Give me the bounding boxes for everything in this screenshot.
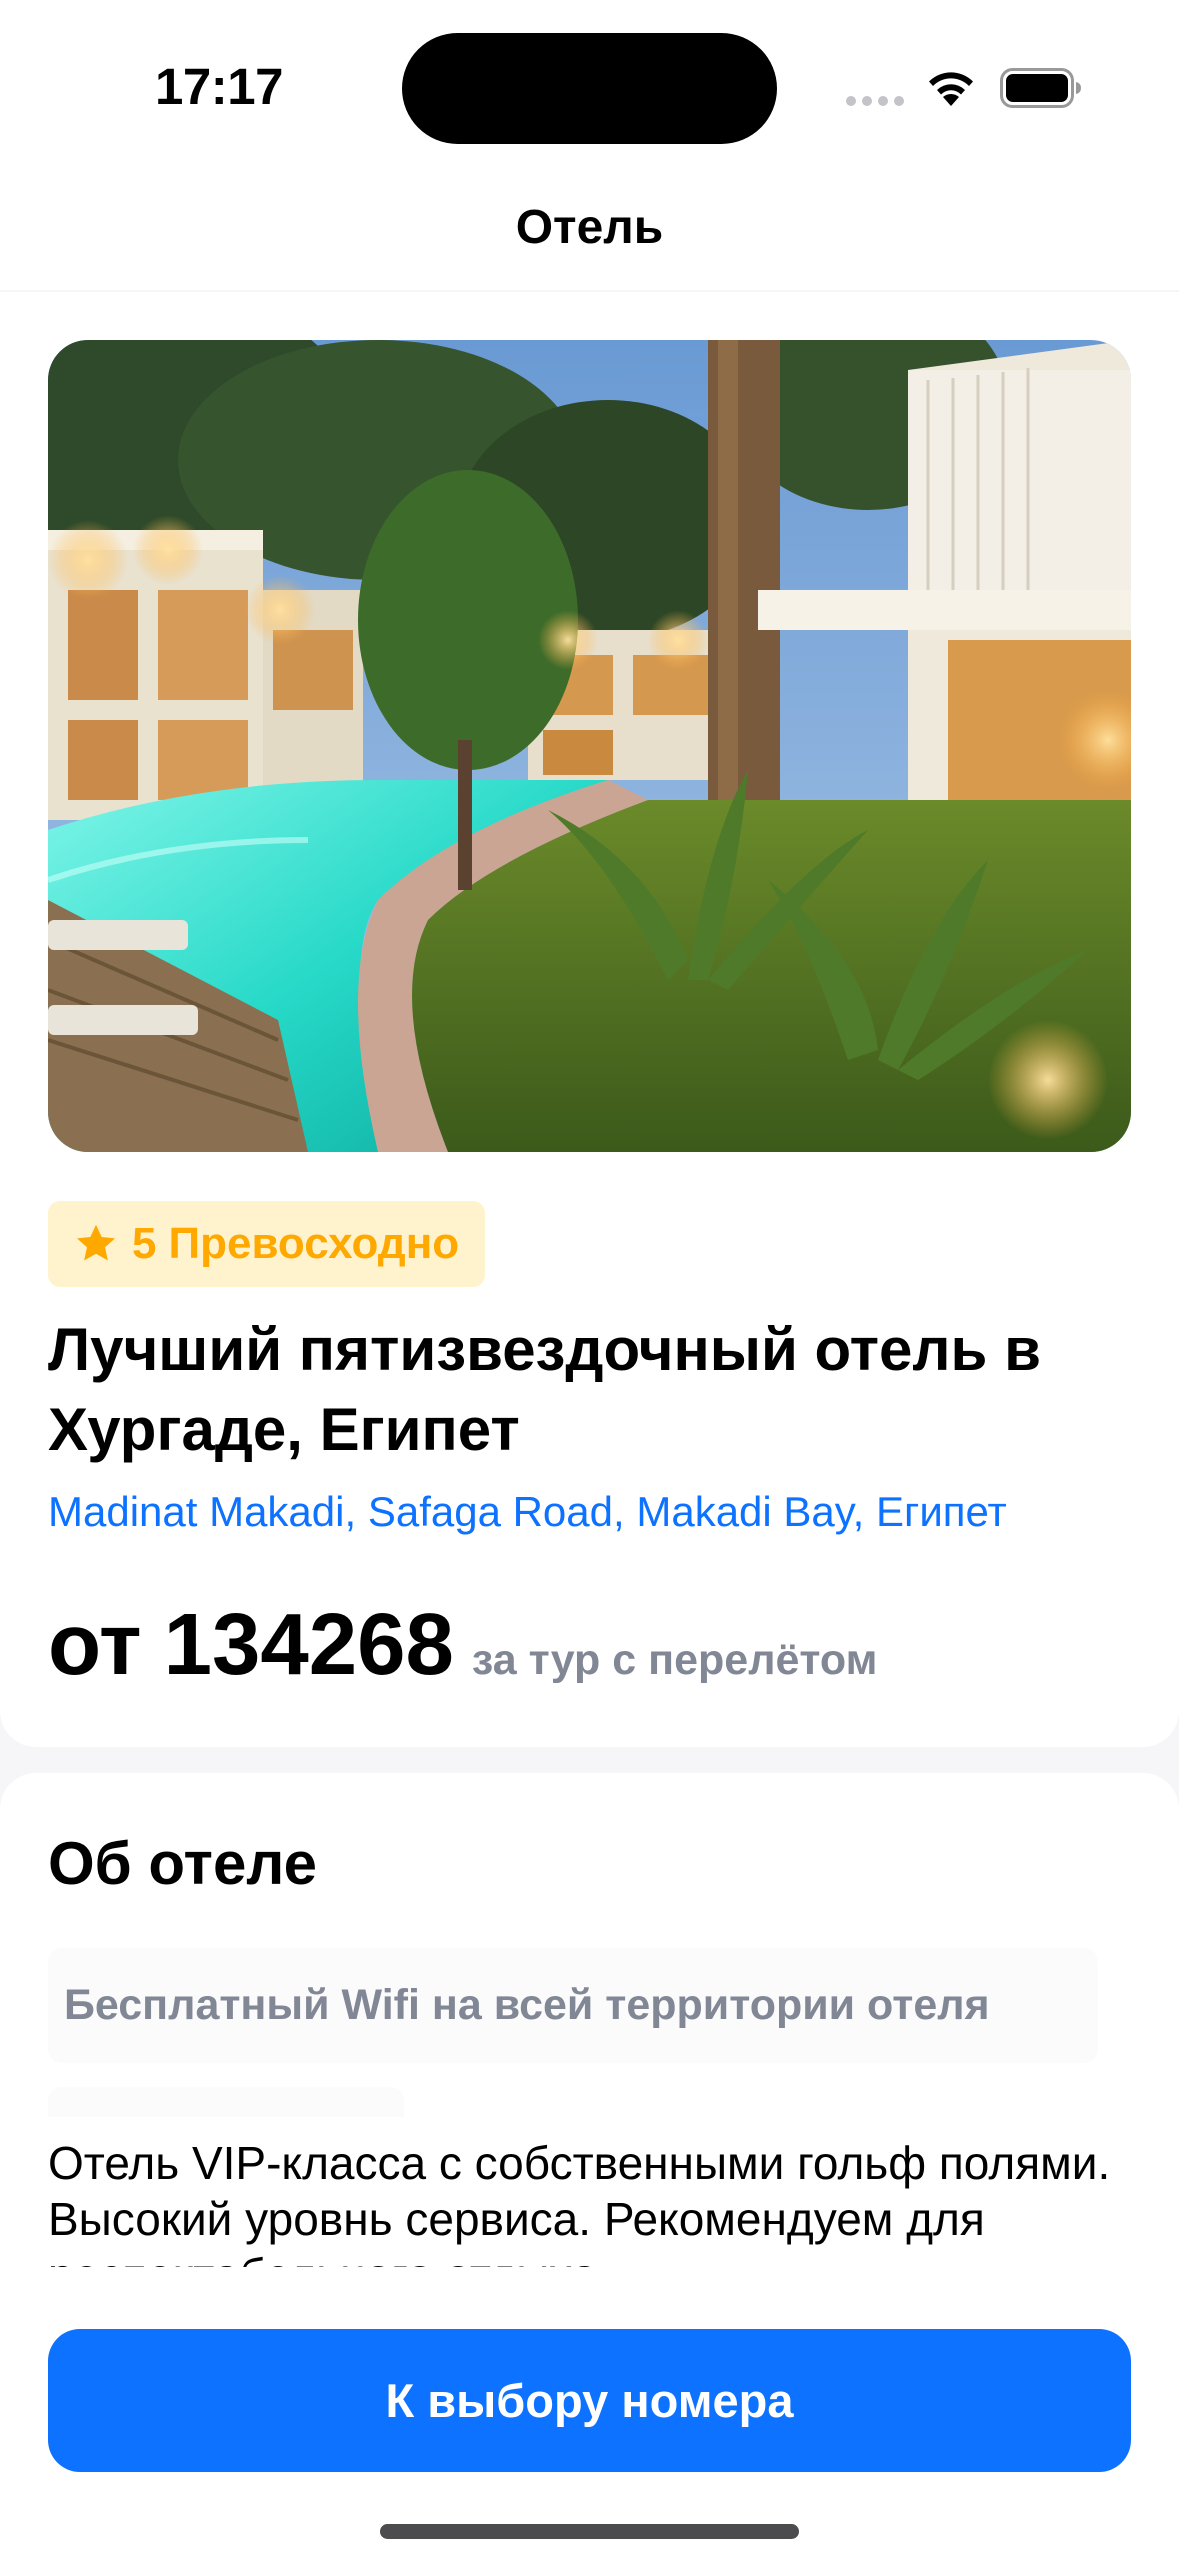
star-icon [76,1224,116,1261]
choose-room-button[interactable]: К выбору номера [48,2329,1131,2472]
battery-icon [1000,68,1081,108]
rating-value: 5 [132,1219,157,1268]
about-description: Отель VIP-класса с собственными гольф по… [48,2137,1111,2267]
hotel-photo[interactable] [48,340,1131,1152]
price-note: за тур с перелётом [471,1636,878,1684]
hotel-address-link[interactable]: Madinat Makadi, Safaga Road, Makadi Bay,… [48,1488,1007,1536]
price-prefix: от [48,1596,142,1693]
status-time: 17:17 [155,58,283,115]
rating-label: Превосходно [168,1219,460,1268]
rating-badge: 5 Превосходно [48,1201,486,1287]
signal-icon [846,96,904,106]
home-indicator [380,2524,799,2539]
page-title: Отель [515,201,664,254]
feature-chip: Бесплатный Wifi на всей территории отеля [48,1948,1098,2063]
wifi-icon [929,72,973,106]
navigation-bar: Отель [0,170,1179,290]
status-bar: 17:17 [0,0,1179,170]
hotel-name: Лучший пятизвездочный отель в Хургаде, Е… [48,1316,1041,1463]
feature-chip-partial [48,2087,404,2117]
price-row: от 134268 за тур с перелётом [48,1595,877,1695]
price-value: 134268 [163,1596,454,1693]
about-title: Об отеле [48,1830,318,1897]
dynamic-island [402,33,777,144]
bottom-bar: К выбору номера [0,2291,1179,2556]
